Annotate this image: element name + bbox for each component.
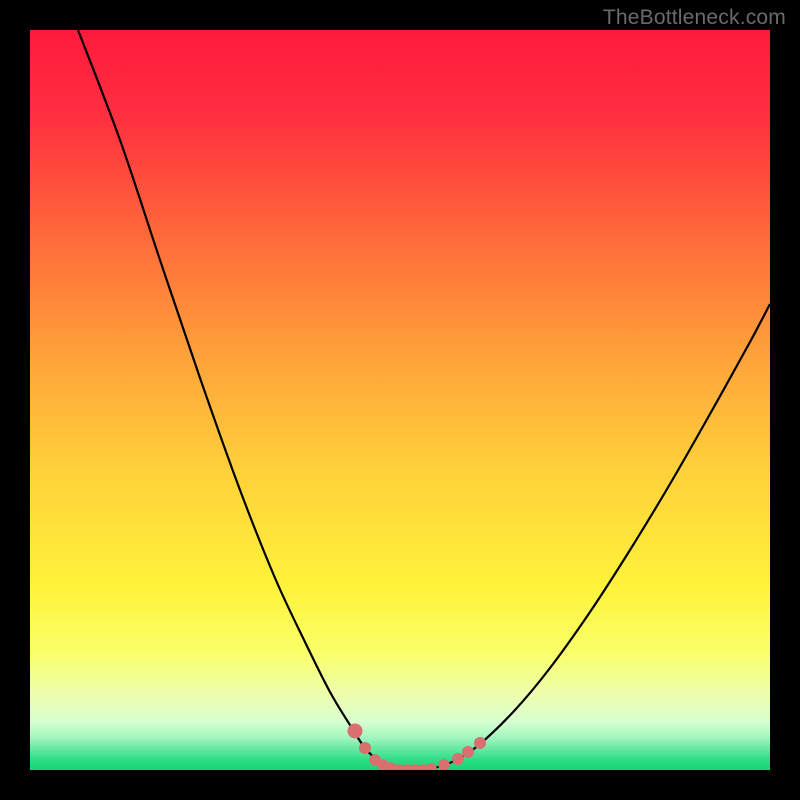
- plot-svg: [30, 30, 770, 770]
- dot-marker: [359, 742, 371, 754]
- dot-marker: [462, 746, 474, 758]
- dot-marker: [452, 753, 464, 765]
- dot-marker: [438, 759, 450, 770]
- dot-marker: [348, 724, 363, 739]
- watermark-text: TheBottleneck.com: [603, 6, 786, 30]
- dotted-marks-group: [348, 724, 487, 771]
- dot-marker: [425, 763, 437, 770]
- plot-frame: [30, 30, 770, 770]
- dot-marker: [474, 737, 486, 749]
- primary-curve: [78, 30, 770, 770]
